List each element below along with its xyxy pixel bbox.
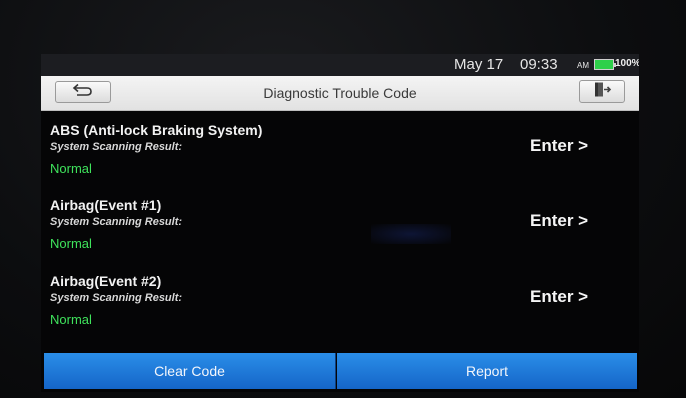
report-button[interactable]: Report (337, 353, 637, 389)
system-status: Normal (50, 161, 92, 176)
system-subtitle: System Scanning Result: (50, 141, 183, 153)
system-row-airbag-1: Airbag(Event #1) System Scanning Result:… (41, 185, 639, 261)
enter-button-airbag-2[interactable]: Enter > (530, 287, 588, 307)
system-row-abs: ABS (Anti-lock Braking System) System Sc… (41, 110, 639, 186)
title-bar: Diagnostic Trouble Code (41, 76, 639, 111)
system-subtitle: System Scanning Result: (50, 292, 183, 304)
system-status: Normal (50, 236, 92, 251)
enter-button-airbag-1[interactable]: Enter > (530, 211, 588, 231)
system-status: Normal (50, 312, 92, 327)
device-screen: May 17 09:33 AM 100% Diagnostic Trouble … (41, 54, 639, 392)
clear-code-button[interactable]: Clear Code (44, 353, 336, 389)
system-name: ABS (Anti-lock Braking System) (50, 122, 263, 138)
status-bar: May 17 09:33 AM 100% (41, 54, 639, 76)
system-row-airbag-2: Airbag(Event #2) System Scanning Result:… (41, 261, 639, 337)
system-subtitle: System Scanning Result: (50, 216, 183, 228)
enter-button-abs[interactable]: Enter > (530, 136, 588, 156)
system-name: Airbag(Event #2) (50, 273, 162, 289)
status-time: 09:33 (520, 56, 558, 73)
screen-glare (371, 224, 451, 244)
battery-level: 100% (615, 58, 639, 69)
battery-icon (594, 59, 616, 70)
exit-button[interactable] (579, 80, 625, 103)
system-name: Airbag(Event #1) (50, 197, 162, 213)
exit-door-icon (592, 81, 612, 102)
status-date: May 17 (454, 56, 504, 73)
status-ampm: AM (577, 61, 589, 70)
page-title: Diagnostic Trouble Code (263, 85, 417, 101)
action-bar: Clear Code Report (44, 353, 639, 389)
